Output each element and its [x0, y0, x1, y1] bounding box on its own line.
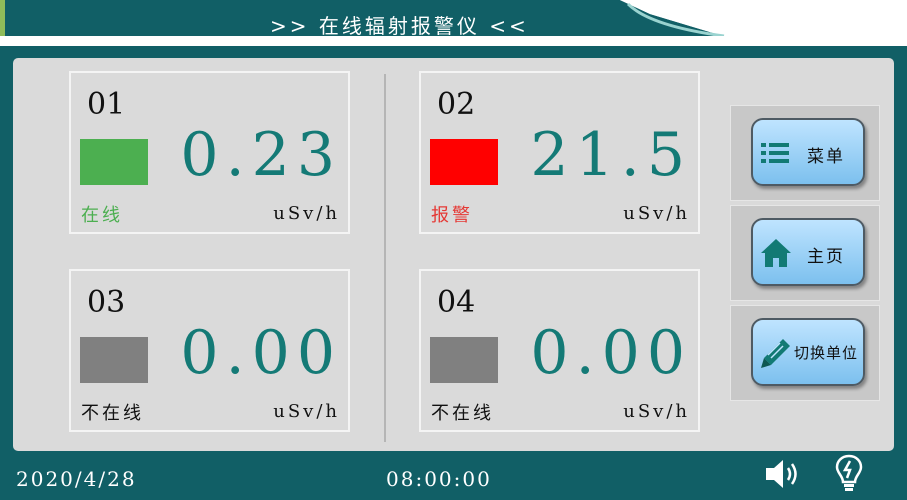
switch-unit-button-label: 切换单位 — [793, 344, 858, 362]
home-button-slot: 主页 — [730, 205, 880, 301]
menu-button-slot: 菜单 — [730, 105, 880, 201]
home-button-label: 主页 — [807, 247, 845, 267]
unit-label: uSv/h — [623, 401, 690, 422]
pencil-icon — [761, 339, 790, 368]
dose-rate-value: 0.00 — [180, 318, 342, 388]
unit-label: uSv/h — [273, 203, 340, 224]
time-display: 08:00:00 — [386, 467, 492, 491]
status-indicator — [430, 337, 498, 383]
dose-rate-value: 21.5 — [530, 120, 692, 190]
channel-number: 01 — [87, 87, 126, 122]
home-icon — [761, 239, 791, 267]
unit-label: uSv/h — [273, 401, 340, 422]
status-label: 不在线 — [431, 403, 494, 424]
column-divider — [384, 74, 386, 442]
page-title: >> 在线辐射报警仪 << — [270, 14, 529, 38]
unit-label: uSv/h — [623, 203, 690, 224]
menu-button[interactable]: 菜单 — [751, 118, 865, 186]
list-icon — [761, 143, 789, 163]
status-label: 报警 — [431, 205, 473, 226]
dose-rate-value: 0.00 — [530, 318, 692, 388]
channel-number: 02 — [437, 87, 476, 122]
home-button[interactable]: 主页 — [751, 218, 865, 286]
channel-card-04[interactable]: 04 0.00 不在线 uSv/h — [419, 269, 700, 432]
channel-card-03[interactable]: 03 0.00 不在线 uSv/h — [69, 269, 350, 432]
button-column: 菜单 主页 切换单位 — [730, 105, 880, 401]
status-label: 在线 — [81, 205, 123, 226]
dose-rate-value: 0.23 — [180, 120, 342, 190]
status-label: 不在线 — [81, 403, 144, 424]
channel-number: 04 — [437, 285, 476, 320]
switch-unit-button[interactable]: 切换单位 — [751, 318, 865, 386]
status-indicator — [80, 139, 148, 185]
channel-card-02[interactable]: 02 21.5 报警 uSv/h — [419, 71, 700, 234]
speaker-icon[interactable] — [764, 457, 804, 491]
unit-switch-button-slot: 切换单位 — [730, 305, 880, 401]
channel-card-01[interactable]: 01 0.23 在线 uSv/h — [69, 71, 350, 234]
date-display: 2020/4/28 — [16, 467, 137, 491]
channel-number: 03 — [87, 285, 126, 320]
menu-button-label: 菜单 — [807, 147, 845, 167]
status-indicator — [430, 139, 498, 185]
status-indicator — [80, 337, 148, 383]
title-bar: >> 在线辐射报警仪 << — [0, 0, 907, 46]
bulb-icon[interactable] — [834, 453, 864, 493]
